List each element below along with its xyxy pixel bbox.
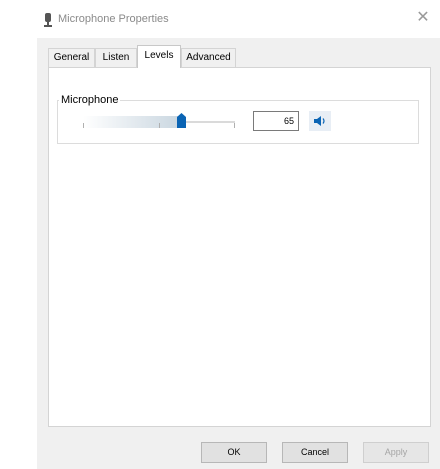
volume-value-field[interactable]: 65 (253, 111, 299, 131)
window-title: Microphone Properties (58, 13, 169, 25)
cancel-button[interactable]: Cancel (282, 442, 348, 463)
microphone-icon (44, 13, 52, 27)
tab-advanced[interactable]: Advanced (181, 48, 236, 67)
title-bar: Microphone Properties ✕ (37, 0, 440, 38)
slider-tick (159, 123, 160, 128)
levels-panel: Microphone 65 (48, 67, 431, 427)
slider-tick (234, 123, 235, 128)
tab-listen[interactable]: Listen (95, 48, 137, 67)
volume-slider-thumb[interactable] (177, 113, 187, 128)
microphone-group-label: Microphone (59, 94, 121, 106)
tab-general[interactable]: General (48, 48, 95, 67)
volume-slider-fill (83, 116, 182, 128)
speaker-icon (314, 116, 325, 126)
slider-tick (83, 123, 84, 128)
properties-dialog: Microphone Properties ✕ General Listen L… (37, 0, 440, 469)
close-icon: ✕ (416, 9, 430, 26)
apply-button[interactable]: Apply (363, 442, 429, 463)
close-button[interactable]: ✕ (406, 4, 440, 32)
ok-button[interactable]: OK (201, 442, 267, 463)
mute-toggle-button[interactable] (309, 111, 331, 131)
tab-levels[interactable]: Levels (137, 45, 181, 68)
